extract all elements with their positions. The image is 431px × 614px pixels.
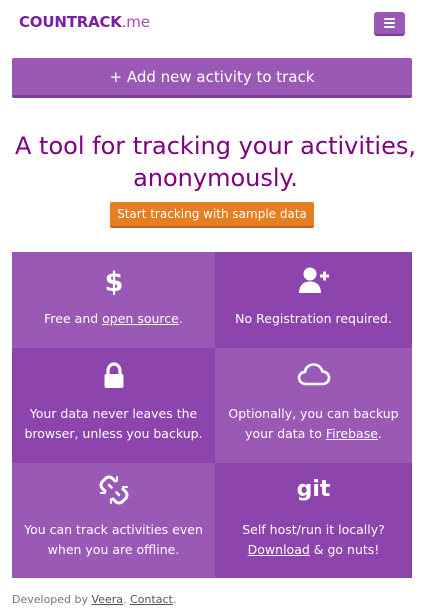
dollar-icon: $ [12,266,215,296]
brand-logo[interactable]: COUNTRACK.me [19,13,150,31]
feature-open-source: $ Free and open source. [12,252,215,348]
hero-headline-line1: A tool for tracking your activities, [15,132,416,160]
hero-headline: A tool for tracking your activities, ano… [12,130,419,194]
footer: Developed by Veera. Contact. [12,593,177,606]
add-user-icon [215,266,412,296]
features-grid: $ Free and open source. No Registration … [12,252,412,578]
feature-no-registration: No Registration required. [215,252,412,348]
open-source-link[interactable]: open source [102,311,179,326]
brand-suffix: .me [121,13,150,31]
add-activity-button[interactable]: + Add new activity to track [12,58,412,98]
feature-self-host: git Self host/run it locally? Download &… [215,463,412,578]
author-link[interactable]: Veera [92,593,123,606]
feature-local-data-text: Your data never leaves the browser, unle… [24,406,203,441]
git-icon: git [296,477,331,502]
broken-link-icon [12,475,215,505]
feature-offline-text: You can track activities even when you a… [24,522,203,557]
feature-backup-text: Optionally, you can backup your data to … [228,406,399,441]
feature-no-registration-text: No Registration required. [235,311,392,326]
lock-icon [12,362,215,390]
hero-headline-line2: anonymously. [133,164,298,192]
feature-backup: Optionally, you can backup your data to … [215,348,412,463]
feature-self-host-text: Self host/run it locally? Download & go … [242,522,385,557]
navbar: COUNTRACK.me [0,0,431,48]
firebase-link[interactable]: Firebase [326,426,378,441]
download-link[interactable]: Download [248,542,310,557]
feature-offline: You can track activities even when you a… [12,463,215,578]
feature-local-data: Your data never leaves the browser, unle… [12,348,215,463]
menu-toggle-button[interactable] [374,12,405,36]
feature-open-source-text: Free and open source. [44,311,183,326]
brand-main: COUNTRACK [19,13,122,31]
cloud-icon [215,362,412,388]
svg-text:$: $ [104,267,123,296]
sample-data-button[interactable]: Start tracking with sample data [110,202,314,228]
contact-link[interactable]: Contact [130,593,173,606]
